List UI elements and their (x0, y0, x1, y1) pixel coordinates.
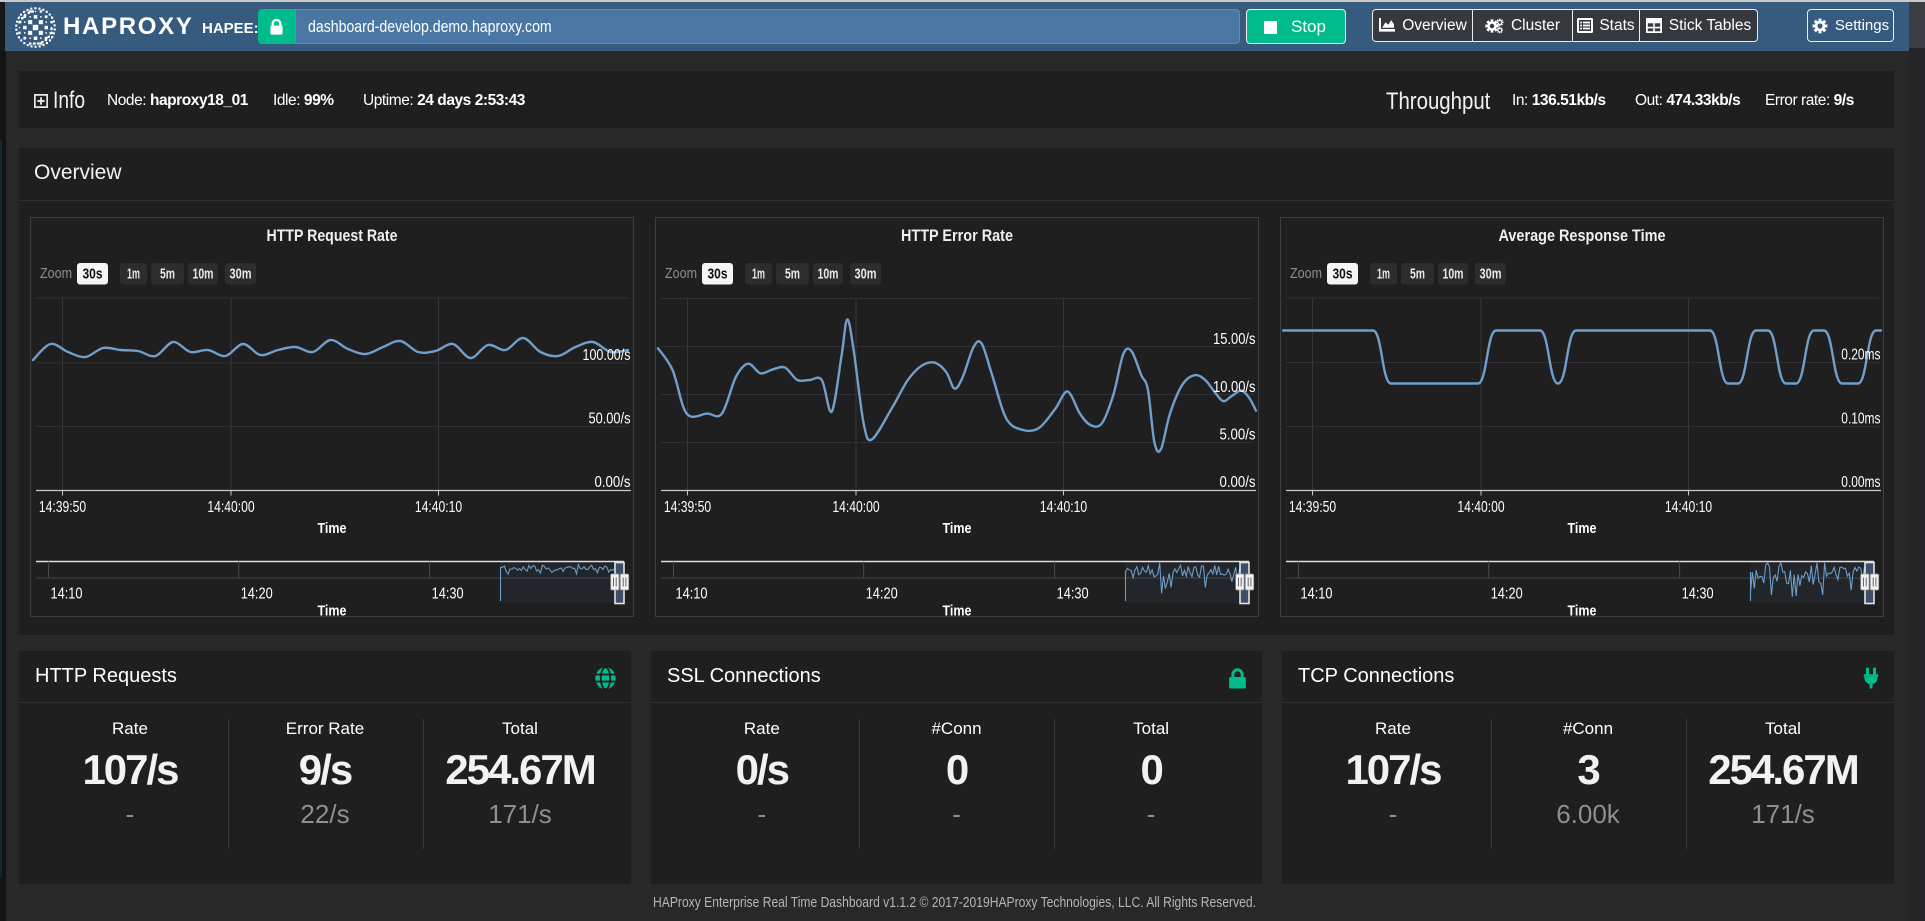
svg-text:Time: Time (1567, 603, 1596, 618)
svg-text:14:40:00: 14:40:00 (1457, 499, 1505, 516)
svg-text:14:10: 14:10 (50, 586, 82, 603)
svg-text:0.00ms: 0.00ms (1841, 474, 1880, 491)
svg-text:10m: 10m (192, 267, 213, 283)
svg-text:30s: 30s (708, 267, 728, 283)
svg-text:14:30: 14:30 (1681, 586, 1713, 603)
svg-text:30s: 30s (1332, 267, 1352, 283)
svg-text:14:39:50: 14:39:50 (38, 499, 86, 516)
svg-text:5m: 5m (1410, 267, 1425, 283)
svg-text:10m: 10m (1442, 267, 1463, 283)
svg-text:14:40:10: 14:40:10 (1040, 499, 1088, 516)
svg-text:Time: Time (943, 520, 972, 537)
svg-text:14:39:50: 14:39:50 (664, 499, 712, 516)
svg-text:5m: 5m (160, 267, 175, 283)
svg-text:14:39:50: 14:39:50 (1288, 499, 1336, 516)
svg-text:5m: 5m (785, 267, 800, 283)
svg-text:0.20ms: 0.20ms (1841, 347, 1880, 364)
svg-text:0.00/s: 0.00/s (1220, 474, 1256, 491)
svg-text:14:20: 14:20 (1490, 586, 1522, 603)
svg-text:Time: Time (317, 520, 346, 537)
svg-text:Time: Time (317, 603, 346, 618)
svg-text:14:10: 14:10 (676, 586, 708, 603)
svg-text:Average Response Time: Average Response Time (1498, 227, 1665, 245)
svg-text:Zoom: Zoom (1290, 265, 1322, 282)
svg-text:HTTP Error Rate: HTTP Error Rate (901, 227, 1013, 245)
svg-text:1m: 1m (752, 267, 765, 283)
svg-text:14:30: 14:30 (431, 586, 463, 603)
svg-text:50.00/s: 50.00/s (588, 411, 630, 428)
svg-text:Time: Time (943, 603, 972, 618)
svg-text:14:40:10: 14:40:10 (1664, 499, 1712, 516)
svg-text:Time: Time (1567, 520, 1596, 537)
svg-text:30m: 30m (229, 267, 251, 283)
svg-text:14:40:10: 14:40:10 (414, 499, 462, 516)
svg-text:14:40:00: 14:40:00 (832, 499, 880, 516)
svg-text:Zoom: Zoom (665, 265, 697, 282)
svg-text:14:10: 14:10 (1300, 586, 1332, 603)
svg-text:10m: 10m (818, 267, 839, 283)
svg-text:10.00/s: 10.00/s (1213, 379, 1256, 396)
svg-text:14:20: 14:20 (240, 586, 272, 603)
svg-text:HTTP Request Rate: HTTP Request Rate (266, 227, 397, 245)
svg-text:15.00/s: 15.00/s (1213, 331, 1256, 348)
svg-text:1m: 1m (127, 267, 140, 283)
svg-text:1m: 1m (1377, 267, 1390, 283)
svg-text:0.10ms: 0.10ms (1841, 411, 1880, 428)
svg-text:14:20: 14:20 (866, 586, 898, 603)
svg-text:30m: 30m (1479, 267, 1501, 283)
svg-text:Zoom: Zoom (40, 265, 72, 282)
svg-text:0.00/s: 0.00/s (594, 474, 630, 491)
svg-text:100.00/s: 100.00/s (582, 347, 630, 364)
svg-text:5.00/s: 5.00/s (1220, 427, 1256, 444)
svg-text:30s: 30s (82, 267, 102, 283)
svg-text:30m: 30m (855, 267, 877, 283)
svg-text:14:40:00: 14:40:00 (207, 499, 255, 516)
svg-text:14:30: 14:30 (1057, 586, 1089, 603)
